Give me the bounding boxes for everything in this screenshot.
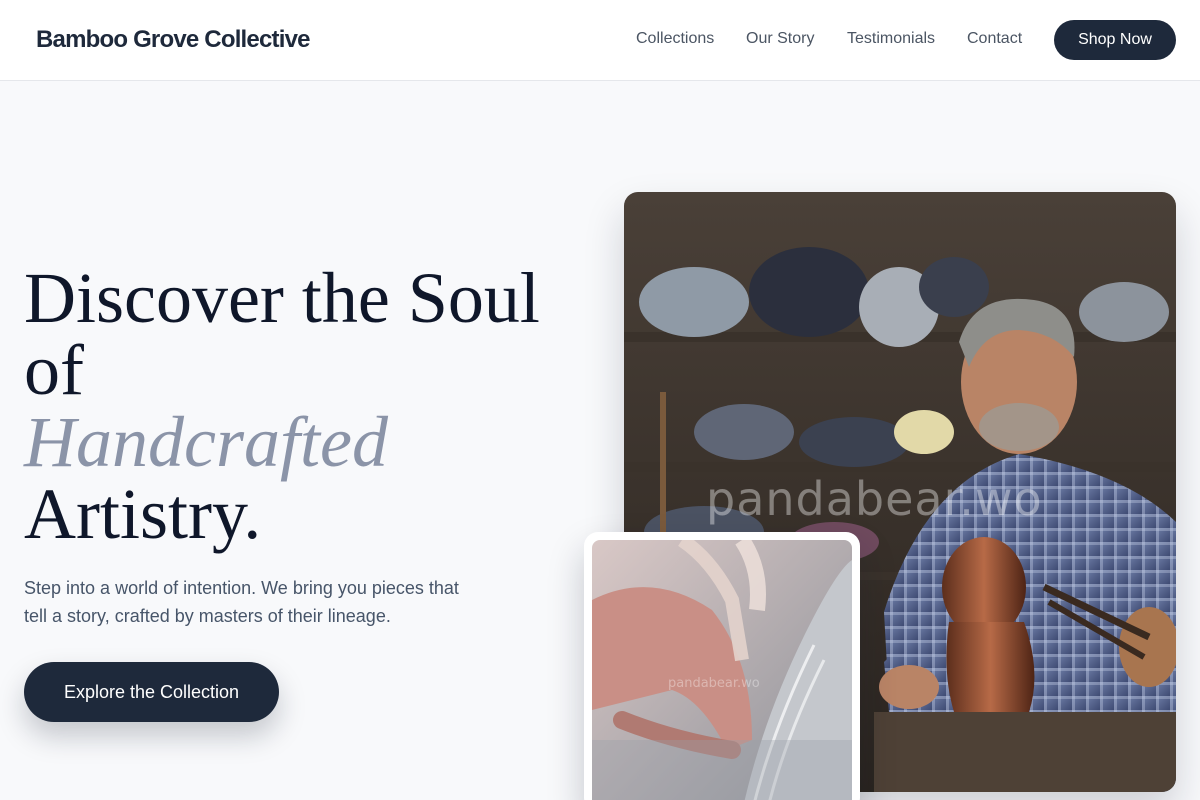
nav-link-collections[interactable]: Collections (636, 30, 714, 48)
hero-subtext: Step into a world of intention. We bring… (24, 578, 459, 626)
site-header: Bamboo Grove Collective Collections Our … (0, 0, 1200, 81)
explore-collection-button[interactable]: Explore the Collection (24, 662, 279, 722)
headline-line-1: Discover the Soul (24, 258, 540, 338)
shop-now-button[interactable]: Shop Now (1054, 20, 1176, 60)
pottery-photo: pandabear.wo (592, 540, 852, 800)
nav-link-contact[interactable]: Contact (967, 30, 1022, 48)
headline-accent: Handcrafted (24, 402, 388, 482)
hero-headline: Discover the Soul of Handcrafted Artistr… (24, 262, 584, 550)
inset-photo-watermark: pandabear.wo (668, 676, 760, 691)
headline-line-4: Artistry. (24, 474, 262, 554)
nav-link-testimonials[interactable]: Testimonials (847, 30, 935, 48)
headline-line-2: of (24, 330, 84, 410)
main-photo-watermark: pandabear.wo (706, 472, 1043, 526)
brand-logo[interactable]: Bamboo Grove Collective (36, 26, 310, 54)
pottery-photo-illustration (592, 540, 852, 800)
pottery-photo-frame: pandabear.wo (584, 532, 860, 800)
nav-link-our-story[interactable]: Our Story (746, 30, 814, 48)
